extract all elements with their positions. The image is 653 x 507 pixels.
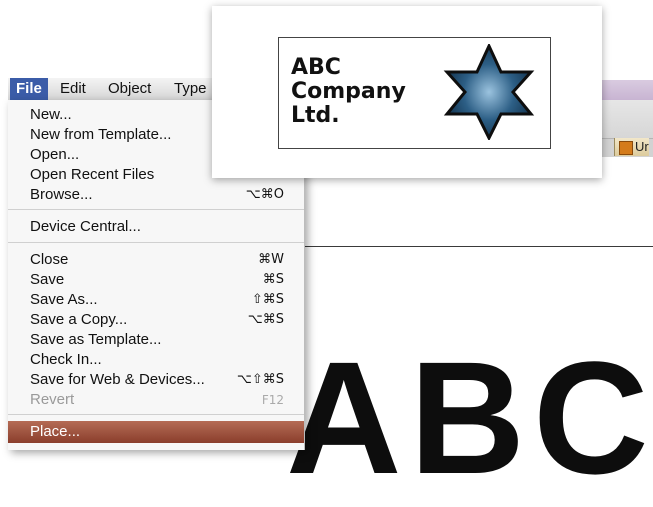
- document-tab[interactable]: Ur: [614, 138, 649, 156]
- menu-item-browse[interactable]: Browse... ⌥⌘O: [8, 185, 304, 205]
- menu-item-close[interactable]: Close ⌘W: [8, 250, 304, 270]
- menu-type[interactable]: Type: [174, 78, 207, 100]
- artwork-text: ABC: [286, 328, 653, 507]
- menu-separator: [8, 242, 304, 243]
- menu-item-save-as[interactable]: Save As... ⇧⌘S: [8, 290, 304, 310]
- company-logo: ABC Company Ltd.: [278, 37, 551, 149]
- menu-item-save[interactable]: Save ⌘S: [8, 270, 304, 290]
- logo-line-3: Ltd.: [291, 103, 340, 128]
- menu-item-device-central[interactable]: Device Central...: [8, 217, 304, 237]
- document-icon: [619, 141, 633, 155]
- menu-item-save-as-template[interactable]: Save as Template...: [8, 330, 304, 350]
- menu-item-save-a-copy[interactable]: Save a Copy... ⌥⌘S: [8, 310, 304, 330]
- logo-wordmark: ABC Company Ltd.: [291, 56, 406, 128]
- logo-line-1: ABC: [291, 55, 341, 80]
- menu-item-save-for-web[interactable]: Save for Web & Devices... ⌥⇧⌘S: [8, 370, 304, 390]
- document-tab-label: Ur: [635, 139, 649, 154]
- menu-bar: File Edit Object Type: [8, 78, 228, 101]
- menu-item-place[interactable]: Place...: [8, 421, 304, 443]
- menu-separator: [8, 414, 304, 415]
- menu-item-revert: Revert F12: [30, 391, 284, 408]
- menu-file[interactable]: File: [10, 78, 48, 100]
- menu-separator: [8, 209, 304, 210]
- six-point-star-icon: [443, 44, 535, 140]
- logo-line-2: Company: [291, 79, 406, 104]
- logo-preview-card: ABC Company Ltd.: [212, 6, 602, 178]
- menu-item-check-in[interactable]: Check In...: [8, 350, 304, 370]
- menu-edit[interactable]: Edit: [60, 78, 86, 100]
- menu-object[interactable]: Object: [108, 78, 151, 100]
